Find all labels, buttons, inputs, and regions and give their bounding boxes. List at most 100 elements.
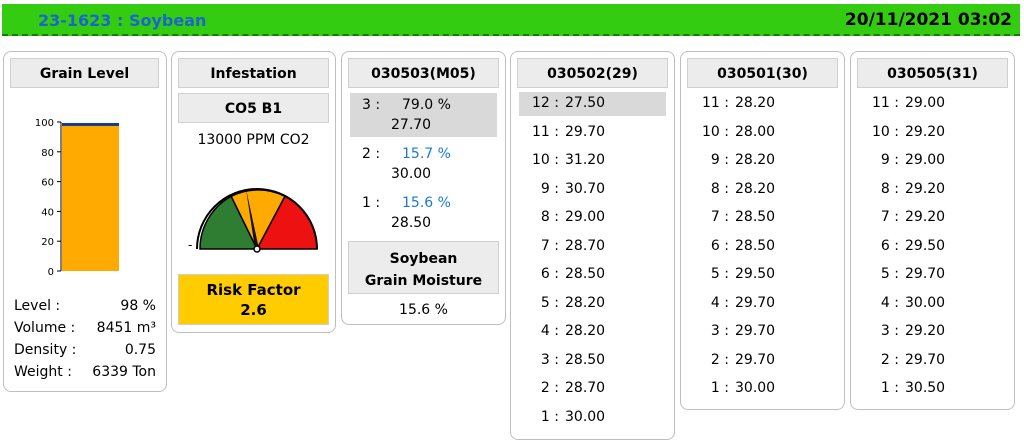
cable-sensor-number: 7 : (540, 237, 559, 254)
cable-sensor-value: 29.70 (735, 323, 776, 339)
cable-sensor-number: 8 : (540, 209, 559, 225)
grain-stat-label: Level : (14, 298, 61, 314)
gauge-minus-label: - (188, 238, 192, 252)
cable-sensor-number: 1 : (710, 380, 729, 396)
cable-sensor-value: 29.00 (905, 152, 946, 168)
cable-sensor-row: 5 : 29.50 (689, 263, 836, 287)
cable-sensor-value: 28.50 (565, 351, 606, 368)
moisture-row-humidity: 15.7 % (402, 146, 451, 162)
cable-sensor-number: 2 : (540, 380, 559, 396)
cable-sensor-value: 29.20 (905, 180, 946, 197)
cable-sensor-value: 28.20 (565, 323, 606, 339)
moisture-row-temperature: 27.70 (391, 117, 432, 133)
silo-title[interactable]: 23-1623 : Soybean (38, 11, 206, 30)
cable-sensor-value: 30.00 (905, 294, 946, 311)
cable-sensor-value: 29.70 (735, 294, 776, 311)
cable-sensor-number: 11 : (532, 123, 559, 140)
cable-sensor-number: 11 : (702, 95, 729, 111)
cable-sensor-value: 30.00 (565, 408, 606, 425)
cable-sensor-value: 29.70 (565, 123, 606, 140)
cable-sensor-value: 29.70 (905, 351, 946, 368)
moisture-row-temperature: 30.00 (391, 166, 432, 182)
cable-sensor-value: 28.70 (565, 237, 606, 254)
cable-sensor-number: 5 : (710, 266, 729, 282)
gauge-pivot (253, 245, 261, 253)
cable-panel-030502: 030502(29) 12 : 27.50 11 : 29.70 10 : 31.20 9 :… (510, 51, 675, 440)
moisture-row-number: 3 : (362, 97, 381, 113)
top-bar: 23-1623 : Soybean 20/11/2021 03:02 (2, 4, 1020, 36)
cable-sensor-value: 28.70 (565, 380, 606, 396)
cable-sensor-row: 9 : 28.20 (689, 149, 836, 173)
moisture-row: 1 : 15.6 % 28.50 (350, 191, 497, 235)
moisture-row-temperature: 28.50 (391, 215, 432, 231)
cable-sensor-number: 2 : (710, 351, 729, 368)
cable-sensor-row: 2 : 29.70 (859, 349, 1006, 373)
cable-sensor-number: 3 : (540, 351, 559, 368)
cable-sensor-value: 28.00 (735, 123, 776, 140)
cable-sensor-value: 31.20 (565, 152, 606, 168)
cable-sensor-number: 1 : (880, 380, 899, 396)
cable-sensor-number: 12 : (532, 95, 559, 111)
cable-sensor-number: 6 : (710, 237, 729, 254)
cable-sensor-number: 10 : (702, 123, 729, 140)
infestation-sensor: CO5 B1 (178, 93, 329, 123)
moisture-row-number: 1 : (362, 195, 381, 211)
risk-factor-value: 2.6 (240, 301, 267, 319)
cable-sensor-row: 1 : 30.00 (689, 377, 836, 401)
cable-sensor-row: 8 : 29.00 (519, 206, 666, 230)
cable-sensor-row: 9 : 29.00 (859, 149, 1006, 173)
grain-moisture-header: Soybean Grain Moisture (348, 241, 499, 294)
cable-sensor-row: 7 : 28.70 (519, 235, 666, 259)
cable-sensor-number: 1 : (540, 408, 559, 425)
cable-sensor-row: 1 : 30.50 (859, 377, 1006, 401)
cable-sensor-row: 4 : 30.00 (859, 292, 1006, 316)
cable-sensor-value: 29.70 (735, 351, 776, 368)
cable-sensor-row: 6 : 28.50 (689, 235, 836, 259)
cable-sensor-number: 5 : (540, 294, 559, 311)
cable-sensor-number: 11 : (872, 95, 899, 111)
cable-sensor-row: 2 : 28.70 (519, 377, 666, 401)
infestation-panel: Infestation CO5 B1 13000 PPM CO2 - Risk … (171, 51, 336, 333)
grain-stat-value: 0.75 (124, 342, 156, 358)
cable-sensor-row: 3 : 28.50 (519, 349, 666, 373)
cable-sensor-row: 12 : 27.50 (519, 92, 666, 116)
cable-sensor-value: 28.50 (735, 237, 776, 254)
ppm-reading: 13000 PPM CO2 (197, 132, 310, 148)
cable-sensor-row: 7 : 28.50 (689, 206, 836, 230)
grain-moisture-value: 15.6 % (399, 302, 448, 318)
cable-sensor-value: 28.20 (565, 294, 606, 311)
moisture-row: 3 : 79.0 % 27.70 (350, 93, 497, 137)
cable-sensor-number: 9 : (880, 152, 899, 168)
cable-sensor-number: 10 : (532, 152, 559, 168)
grain-level-header: Grain Level (10, 58, 159, 88)
cable-sensor-value: 29.50 (905, 237, 946, 254)
cable-sensor-number: 2 : (880, 351, 899, 368)
cable-sensor-row: 9 : 30.70 (519, 178, 666, 202)
cable-header: 030505(31) (857, 58, 1008, 88)
cable-sensor-row: 5 : 28.20 (519, 292, 666, 316)
grain-stat-label: Weight : (14, 364, 72, 380)
cable-sensor-row: 11 : 29.00 (859, 92, 1006, 116)
moisture-row: 2 : 15.7 % 30.00 (350, 142, 497, 186)
cable-sensor-number: 6 : (540, 266, 559, 282)
cable-sensor-value: 29.00 (565, 209, 606, 225)
grain-level-bar (62, 124, 119, 271)
cable-sensor-number: 9 : (540, 180, 559, 197)
datetime: 20/11/2021 03:02 (844, 10, 1012, 30)
cable-sensor-number: 9 : (710, 152, 729, 168)
grain-type-label: Soybean (389, 251, 458, 267)
cable-sensor-number: 6 : (880, 237, 899, 254)
grain-level-tick-label: 20 (41, 237, 54, 248)
cable-sensor-number: 8 : (880, 180, 899, 197)
grain-stat-label: Density : (14, 342, 77, 358)
cable-sensor-row: 10 : 29.20 (859, 121, 1006, 145)
cable-sensor-number: 4 : (540, 323, 559, 339)
grain-stat-value: 8451 m³ (96, 320, 156, 336)
cable-panel-030501: 030501(30) 11 : 28.20 10 : 28.00 9 : 28.20 8 : 2… (680, 51, 845, 410)
cable-sensor-row: 5 : 29.70 (859, 263, 1006, 287)
risk-factor-box: Risk Factor 2.6 (178, 274, 329, 325)
cable-sensor-value: 28.20 (735, 152, 776, 168)
cable-sensor-value: 29.00 (905, 95, 946, 111)
grain-level-tick-label: 100 (35, 118, 54, 129)
cable-sensor-value: 28.50 (735, 209, 776, 225)
